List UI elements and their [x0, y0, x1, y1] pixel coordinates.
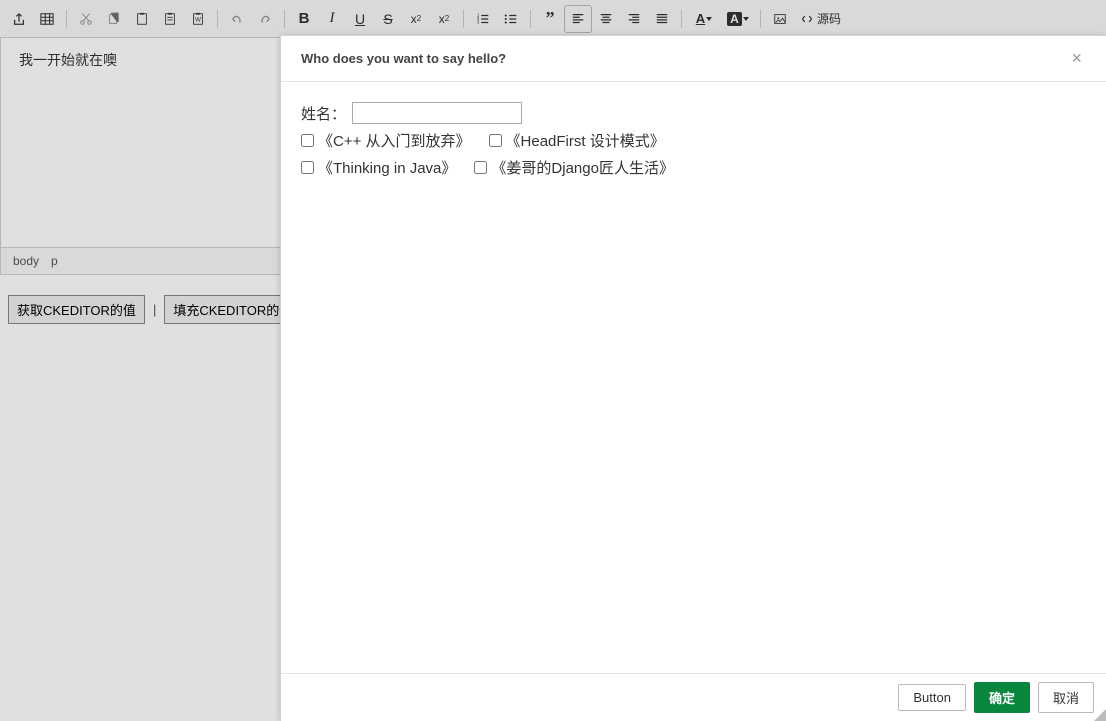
name-row: 姓名： [301, 102, 1086, 124]
checkbox-label: 《姜哥的Django匠人生活》 [491, 157, 674, 178]
dialog-body: 姓名： 《C++ 从入门到放弃》 《HeadFirst 设计模式》 《Think… [281, 82, 1106, 673]
checkbox-4[interactable] [474, 161, 487, 174]
cancel-button[interactable]: 取消 [1038, 682, 1094, 713]
dialog: Who does you want to say hello? × 姓名： 《C… [280, 35, 1106, 721]
checkbox-label: 《HeadFirst 设计模式》 [506, 130, 665, 151]
dialog-footer: Button 确定 取消 [281, 673, 1106, 721]
checkbox-label: 《C++ 从入门到放弃》 [318, 130, 471, 151]
checkbox-label: 《Thinking in Java》 [318, 157, 456, 178]
close-icon[interactable]: × [1067, 48, 1086, 69]
checkbox-3[interactable] [301, 161, 314, 174]
name-label: 姓名： [301, 103, 346, 124]
dialog-header: Who does you want to say hello? × [281, 36, 1106, 82]
checkbox-option-1[interactable]: 《C++ 从入门到放弃》 [301, 130, 471, 151]
checkbox-option-3[interactable]: 《Thinking in Java》 [301, 157, 456, 178]
footer-button[interactable]: Button [898, 684, 966, 711]
checkbox-2[interactable] [489, 134, 502, 147]
checkbox-row-2: 《Thinking in Java》 《姜哥的Django匠人生活》 [301, 157, 1086, 178]
checkbox-row-1: 《C++ 从入门到放弃》 《HeadFirst 设计模式》 [301, 130, 1086, 151]
checkbox-1[interactable] [301, 134, 314, 147]
name-input[interactable] [352, 102, 522, 124]
checkbox-option-2[interactable]: 《HeadFirst 设计模式》 [489, 130, 665, 151]
resize-handle-icon[interactable] [1094, 709, 1106, 721]
dialog-title: Who does you want to say hello? [301, 51, 506, 66]
checkbox-option-4[interactable]: 《姜哥的Django匠人生活》 [474, 157, 674, 178]
ok-button[interactable]: 确定 [974, 682, 1030, 713]
